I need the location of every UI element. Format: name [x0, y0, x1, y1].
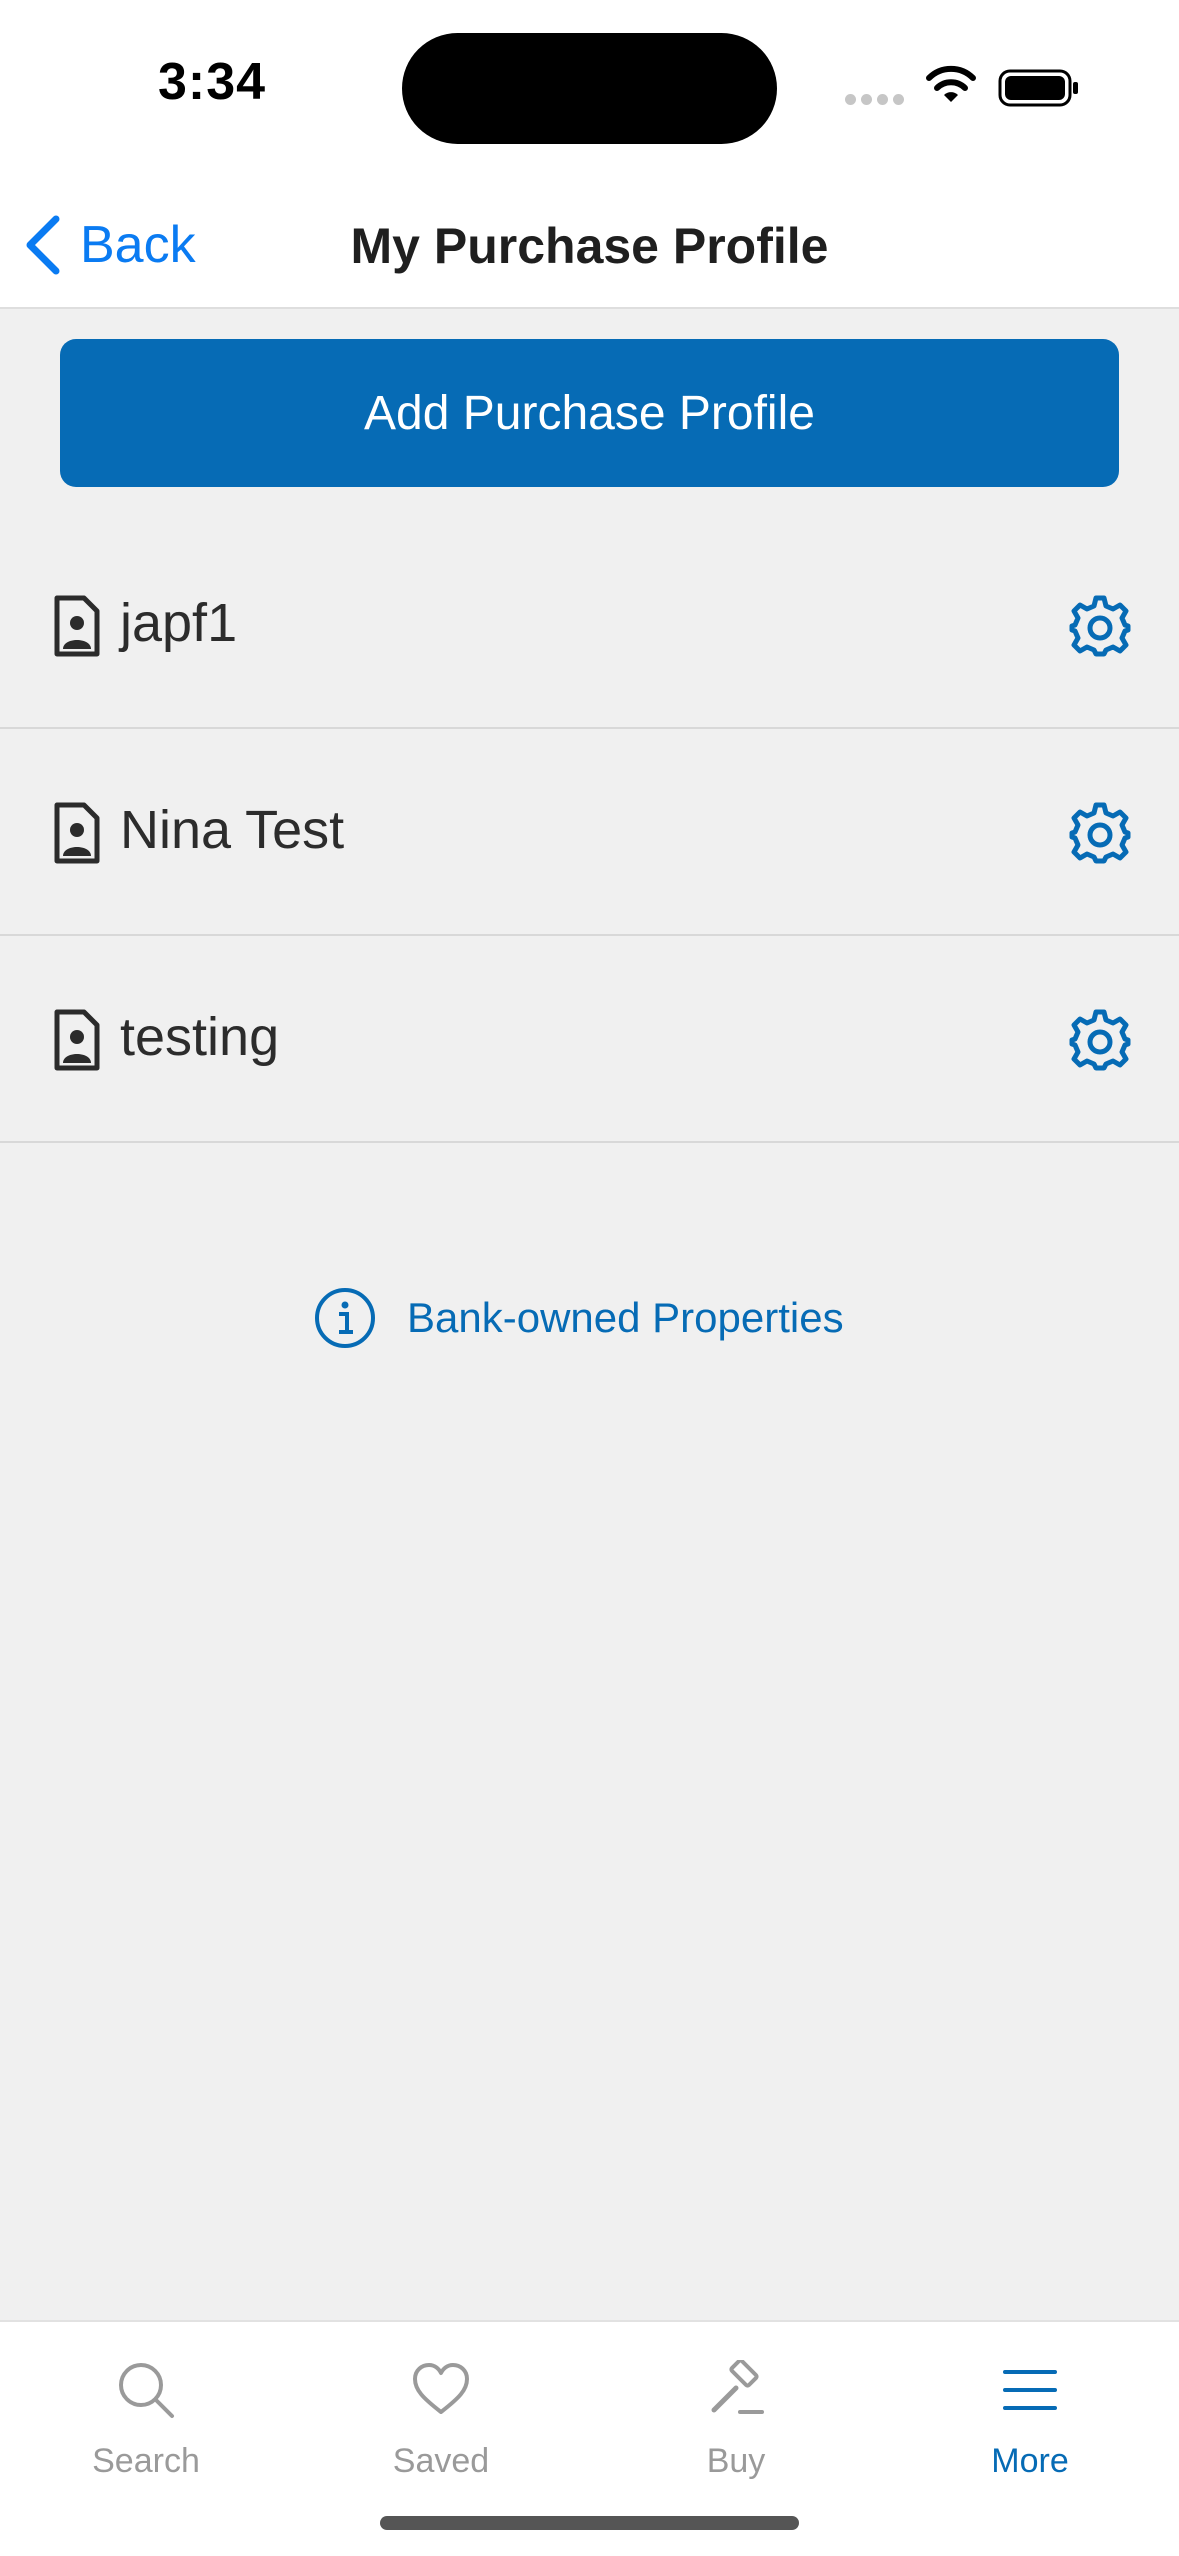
heart-icon [413, 2363, 469, 2414]
status-time: 3:34 [158, 53, 267, 111]
tab-more-label: More [991, 2442, 1069, 2480]
home-indicator [380, 2516, 799, 2530]
signal-dots-icon [845, 94, 905, 106]
tab-search[interactable]: Search [31, 2342, 261, 2502]
search-icon [119, 2363, 174, 2418]
tab-buy-label: Buy [706, 2442, 766, 2480]
gear-icon[interactable] [1068, 594, 1132, 658]
profile-name: japf1 [120, 593, 238, 653]
dynamic-island [402, 33, 777, 144]
menu-icon [1003, 2370, 1057, 2410]
contact-document-icon [54, 595, 100, 657]
add-purchase-profile-button[interactable]: Add Purchase Profile [60, 339, 1119, 487]
contact-document-icon [54, 802, 100, 864]
tab-saved[interactable]: Saved [326, 2342, 556, 2502]
profile-row[interactable]: Nina Test [0, 729, 1179, 936]
profile-name: testing [120, 1007, 280, 1067]
status-bar: 3:34 [0, 0, 1179, 160]
gear-icon[interactable] [1068, 801, 1132, 865]
profile-row[interactable]: testing [0, 936, 1179, 1143]
tab-more[interactable]: More [915, 2342, 1145, 2502]
screen: 3:34 Back My Purchase Profile Add Purcha… [0, 0, 1179, 2556]
profile-name: Nina Test [120, 800, 345, 860]
battery-icon [998, 69, 1078, 107]
tab-buy[interactable]: Buy [621, 2342, 851, 2502]
navigation-bar: Back My Purchase Profile [0, 160, 1179, 309]
page-title: My Purchase Profile [350, 218, 829, 274]
profile-row[interactable]: japf1 [0, 522, 1179, 729]
wifi-icon [926, 65, 976, 102]
contact-document-icon [54, 1009, 100, 1071]
info-circle-icon [315, 1288, 375, 1348]
profile-list: japf1 Nina Test testing [0, 522, 1179, 1143]
bank-owned-properties-link[interactable]: Bank-owned Properties [313, 1283, 844, 1353]
gear-icon[interactable] [1068, 1008, 1132, 1072]
tab-search-label: Search [92, 2442, 200, 2480]
tab-saved-label: Saved [392, 2442, 490, 2480]
gavel-icon [711, 2360, 764, 2414]
bank-owned-properties-label: Bank-owned Properties [407, 1294, 844, 1341]
